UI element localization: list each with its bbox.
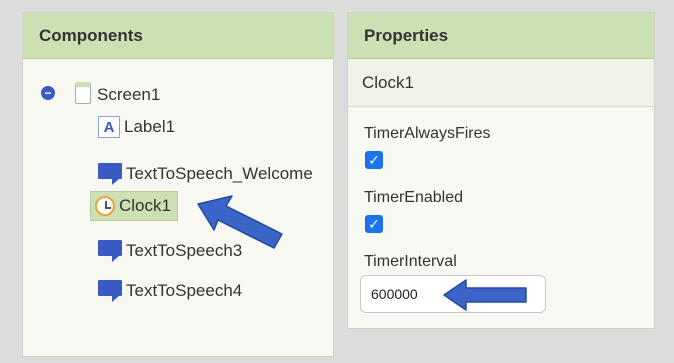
text-to-speech-icon bbox=[98, 163, 122, 185]
prop-label-timeralwaysfires: TimerAlwaysFires bbox=[364, 125, 491, 142]
tree-item-texttospeech-welcome[interactable]: TextToSpeech_Welcome bbox=[98, 158, 313, 185]
tree-item-clock1[interactable]: Clock1 bbox=[90, 191, 178, 221]
clock-icon bbox=[95, 196, 115, 216]
text-to-speech-icon bbox=[98, 280, 122, 302]
prop-label-timerenabled: TimerEnabled bbox=[364, 189, 464, 206]
screen-icon bbox=[75, 82, 91, 104]
tree-item-label: Clock1 bbox=[119, 196, 171, 215]
tree-item-label1[interactable]: A Label1 bbox=[98, 116, 175, 138]
selected-component-name: Clock1 bbox=[348, 59, 654, 107]
tree-item-label: Label1 bbox=[124, 117, 176, 136]
text-to-speech-icon bbox=[98, 240, 122, 262]
tree-item-label: TextToSpeech_Welcome bbox=[126, 164, 313, 183]
collapse-icon[interactable]: − bbox=[41, 86, 55, 100]
tree-item-label: Screen1 bbox=[97, 85, 161, 104]
pointer-arrow-icon bbox=[443, 279, 527, 311]
components-panel: Components − Screen1 A Label1 TextToSpee… bbox=[22, 12, 334, 357]
label-icon: A bbox=[98, 116, 120, 138]
tree-item-texttospeech4[interactable]: TextToSpeech4 bbox=[98, 275, 243, 302]
tree-item-label: TextToSpeech4 bbox=[126, 281, 243, 300]
components-header: Components bbox=[23, 13, 333, 59]
checkbox-timeralwaysfires[interactable]: ✓ bbox=[365, 151, 383, 169]
properties-header: Properties bbox=[348, 13, 654, 59]
checkbox-timerenabled[interactable]: ✓ bbox=[365, 215, 383, 233]
pointer-arrow-icon bbox=[197, 195, 283, 249]
prop-label-timerinterval: TimerInterval bbox=[364, 253, 457, 270]
tree-item-screen1[interactable]: − Screen1 bbox=[41, 81, 160, 105]
